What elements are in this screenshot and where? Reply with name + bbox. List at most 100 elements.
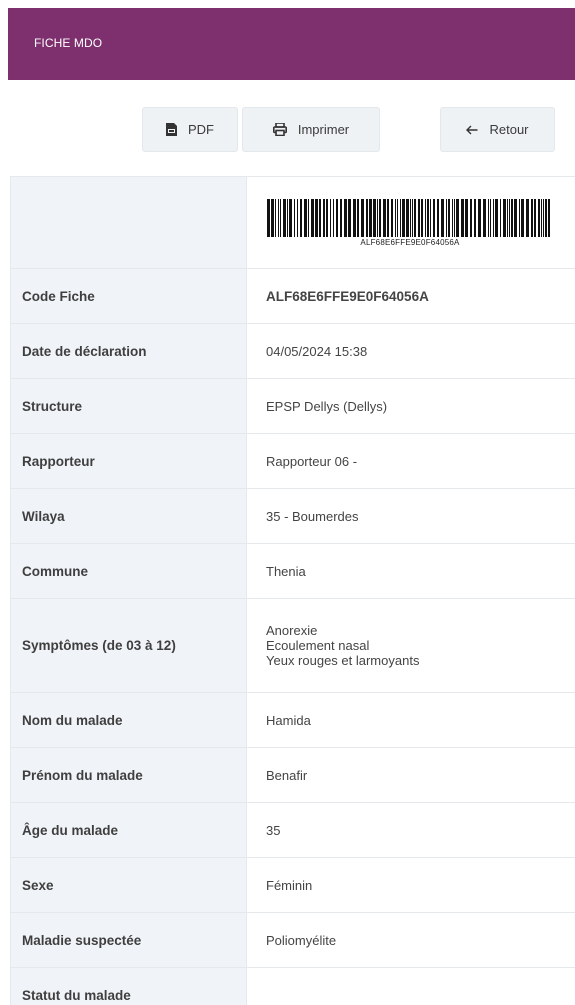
barcode-bar [478, 198, 481, 237]
barcode-bar [509, 198, 510, 237]
barcode-bar [545, 198, 547, 237]
barcode-bar [297, 198, 298, 237]
barcode-bar [461, 198, 464, 237]
barcode-bar [433, 198, 435, 237]
table-row: Statut du malade [10, 968, 575, 1005]
barcode-bar [500, 198, 501, 237]
table-row: Date de déclaration 04/05/2024 15:38 [10, 324, 575, 379]
row-value: EPSP Dellys (Dellys) [266, 398, 388, 414]
barcode-bar [414, 198, 416, 237]
barcode-bar [397, 198, 398, 237]
row-value: Poliomyélite [266, 932, 337, 948]
barcode-bar [503, 198, 506, 237]
barcode-bar [377, 198, 378, 237]
row-value: 35 - Boumerdes [266, 508, 359, 524]
barcode-bar [369, 198, 372, 237]
row-value: 35 [266, 822, 281, 838]
barcode-bar [446, 198, 447, 237]
barcode-bar [357, 198, 359, 237]
barcode-bar [308, 198, 309, 237]
barcode-image [267, 198, 550, 237]
table-row: Symptômes (de 03 à 12) Anorexie Ecouleme… [10, 599, 575, 693]
printer-icon [272, 123, 287, 136]
row-label: Maladie suspectée [10, 913, 247, 967]
row-value [247, 968, 575, 1005]
row-label: Wilaya [10, 489, 247, 543]
barcode-bar [548, 198, 550, 237]
barcode-bar [366, 198, 368, 237]
table-row: Sexe Féminin [10, 858, 575, 913]
barcode-bar [441, 198, 444, 237]
row-value: Rapporteur 06 - [266, 453, 358, 469]
row-value: ALF68E6FFE9E0F64056A [266, 288, 429, 304]
barcode-bar [344, 198, 347, 237]
table-row: Wilaya 35 - Boumerdes [10, 489, 575, 544]
barcode-bar [275, 198, 276, 237]
barcode-bar [348, 198, 351, 237]
barcode-bar [538, 198, 540, 237]
barcode-bar [323, 198, 325, 237]
row-label: Nom du malade [10, 693, 247, 747]
barcode-bar [278, 198, 279, 237]
table-row: Commune Thenia [10, 544, 575, 599]
barcode-bar [300, 198, 302, 237]
back-button[interactable]: Retour [440, 107, 555, 152]
barcode-bar [519, 198, 520, 237]
row-label: Statut du malade [10, 968, 247, 1005]
table-row: Code Fiche ALF68E6FFE9E0F64056A [10, 269, 575, 324]
pdf-button[interactable]: PDF [142, 107, 238, 152]
row-value: Anorexie Ecoulement nasal Yeux rouges et… [247, 599, 575, 692]
table-row: Nom du malade Hamida [10, 693, 575, 748]
barcode-bar [283, 198, 286, 237]
barcode-bar [421, 198, 423, 237]
pdf-button-label: PDF [188, 122, 214, 137]
row-label: Sexe [10, 858, 247, 912]
barcode-bar [361, 198, 364, 237]
barcode-bar [543, 198, 544, 237]
barcode-bar [448, 198, 450, 237]
row-value: Hamida [266, 712, 311, 728]
barcode-bar [488, 198, 489, 237]
page-header: FICHE MDO [8, 8, 575, 80]
row-value: 04/05/2024 15:38 [266, 343, 368, 359]
barcode-caption: ALF68E6FFE9E0F64056A [360, 237, 460, 247]
table-row: Âge du malade 35 [10, 803, 575, 858]
barcode-bar [340, 198, 342, 237]
table-row: Rapporteur Rapporteur 06 - [10, 434, 575, 489]
row-value: Féminin [266, 877, 313, 893]
row-label: Structure [10, 379, 247, 433]
barcode-bar [315, 198, 318, 237]
barcode-bar [526, 198, 529, 237]
row-label: Symptômes (de 03 à 12) [10, 599, 247, 692]
arrow-left-icon [466, 125, 478, 135]
row-label: Code Fiche [10, 269, 247, 323]
barcode-bar [304, 198, 307, 237]
barcode-row: ALF68E6FFE9E0F64056A [10, 176, 575, 269]
row-label: Âge du malade [10, 803, 247, 857]
barcode-bar [336, 198, 338, 237]
print-button[interactable]: Imprimer [242, 107, 380, 152]
barcode-bar [474, 198, 476, 237]
barcode-bar [373, 198, 376, 237]
barcode-bar [425, 198, 426, 237]
barcode-bar [531, 198, 533, 237]
page-title: FICHE MDO [34, 36, 103, 50]
barcode-bar [400, 198, 401, 237]
barcode-bar [402, 198, 405, 237]
barcode-bar [330, 198, 331, 237]
back-button-label: Retour [489, 122, 529, 137]
barcode-bar [493, 198, 494, 237]
barcode-bar [294, 198, 295, 237]
barcode-bar [490, 198, 491, 237]
barcode-bar [406, 198, 409, 237]
symptoms-list: Anorexie Ecoulement nasal Yeux rouges et… [266, 623, 419, 668]
barcode-bar [507, 198, 508, 237]
barcode-bar [333, 198, 334, 237]
table-row: Maladie suspectée Poliomyélite [10, 913, 575, 968]
barcode-bar [412, 198, 413, 237]
barcode-bar [541, 198, 542, 237]
barcode-bar [383, 198, 386, 237]
barcode-bar [287, 198, 288, 237]
barcode-bar [454, 198, 455, 237]
barcode-bar [271, 198, 274, 237]
